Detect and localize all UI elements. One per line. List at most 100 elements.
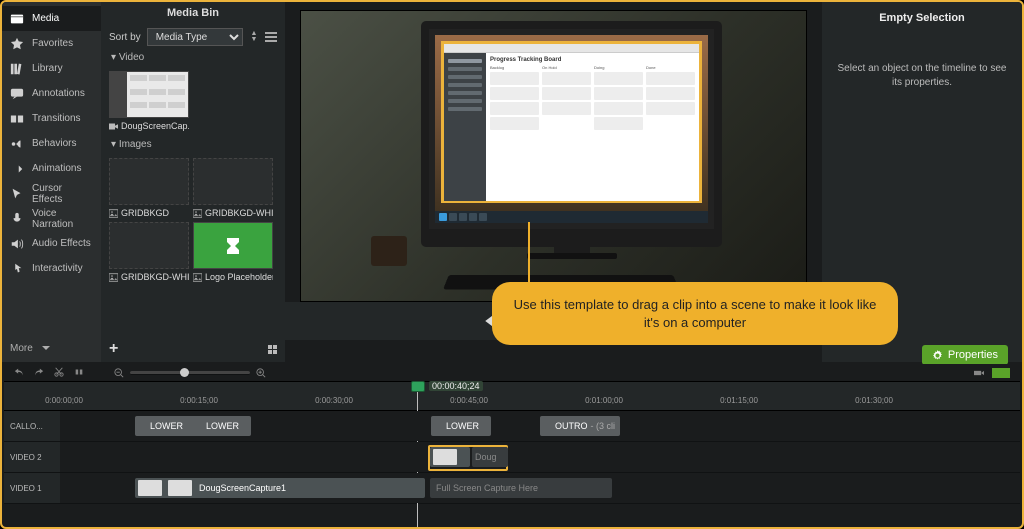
media-bin-panel: Media Bin Sort by Media Type ▲▼ ▾ Video … — [101, 2, 285, 362]
ruler-tick: 0:00:15;00 — [180, 396, 218, 405]
nav-label: Annotations — [32, 88, 85, 99]
ruler-labels: 0:00:00;000:00:15;000:00:30;000:00:45;00… — [4, 382, 1020, 410]
image-icon — [193, 273, 202, 282]
nav-transitions[interactable]: Transitions — [2, 106, 101, 131]
zoom-out-icon — [114, 368, 124, 378]
clip-fullscreen-placeholder[interactable]: Full Screen Capture Here — [430, 478, 612, 498]
nav-label: Audio Effects — [32, 238, 91, 249]
add-media-button[interactable]: + — [109, 340, 118, 358]
track-callouts[interactable]: CALLO... LOWER LOWER LOWER OUTRO- (3 cli — [4, 411, 1020, 442]
callout-text: Use this template to drag a clip into a … — [514, 297, 877, 330]
nav-voice-narration[interactable]: Voice Narration — [2, 206, 101, 231]
clip-gridbkgd-whi-2[interactable]: GRIDBKGD-WHI... — [109, 222, 189, 282]
marker-add-icon[interactable] — [974, 368, 984, 378]
redo-button[interactable] — [34, 366, 44, 380]
nav-more[interactable]: More — [2, 334, 101, 362]
ruler-tick: 0:00:30;00 — [315, 396, 353, 405]
track-header[interactable]: VIDEO 2 — [4, 442, 60, 472]
sort-view-icon[interactable] — [265, 32, 277, 42]
more-label: More — [10, 343, 33, 354]
board-title: Progress Tracking Board — [490, 57, 695, 63]
group-video: ▾ Video — [101, 50, 285, 65]
screen-capture-overlay: Progress Tracking Board Backlog On Hold … — [441, 41, 702, 203]
media-bin-sort: Sort by Media Type ▲▼ — [101, 24, 285, 50]
tutorial-callout: Use this template to drag a clip into a … — [492, 282, 898, 345]
properties-title: Empty Selection — [879, 12, 965, 24]
canvas-stage[interactable]: Progress Tracking Board Backlog On Hold … — [300, 10, 807, 302]
timeline-ruler[interactable]: 0:00:00;000:00:15;000:00:30;000:00:45;00… — [4, 381, 1020, 411]
nav-favorites[interactable]: Favorites — [2, 31, 101, 56]
annotation-icon — [10, 87, 24, 101]
clip-lower-2[interactable]: LOWER — [191, 416, 251, 436]
tool-sidebar: Media Favorites Library Annotations Tran… — [2, 2, 101, 362]
clip-outro[interactable]: OUTRO- (3 cli — [540, 416, 620, 436]
properties-button-label: Properties — [948, 349, 998, 361]
image-icon — [193, 209, 202, 218]
video-icon — [109, 122, 118, 131]
nav-label: Voice Narration — [32, 208, 93, 230]
bin-footer: + — [101, 336, 285, 362]
app-window: Media Favorites Library Annotations Tran… — [0, 0, 1024, 529]
zoom-in-icon — [256, 368, 266, 378]
marker-indicator[interactable] — [992, 368, 1010, 378]
ruler-tick: 0:01:30;00 — [855, 396, 893, 405]
nav-annotations[interactable]: Annotations — [2, 81, 101, 106]
timeline-tracks: CALLO... LOWER LOWER LOWER OUTRO- (3 cli… — [4, 411, 1020, 525]
split-button[interactable] — [74, 366, 84, 380]
interactivity-icon — [10, 262, 24, 276]
media-icon — [10, 12, 24, 26]
sort-label: Sort by — [109, 32, 141, 43]
star-icon — [10, 37, 24, 51]
clip-doug-ghost[interactable]: Doug — [472, 447, 508, 467]
clip-gridbkgd[interactable]: GRIDBKGD — [109, 158, 189, 218]
screen-taskbar — [435, 211, 708, 223]
clip-gridbkgd-whi-1[interactable]: GRIDBKGD-WHI... — [193, 158, 273, 218]
transitions-icon — [10, 112, 24, 126]
nav-behaviors[interactable]: Behaviors — [2, 131, 101, 156]
cursor-icon — [10, 187, 24, 201]
ruler-tick: 0:01:00;00 — [585, 396, 623, 405]
properties-msg: Select an object on the timeline to see … — [822, 62, 1022, 90]
track-header[interactable]: VIDEO 1 — [4, 473, 60, 503]
clip-dougscreencap[interactable]: DougScreenCap... — [109, 71, 189, 131]
nav-library[interactable]: Library — [2, 56, 101, 81]
ruler-tick: 0:00:45;00 — [450, 396, 488, 405]
gear-icon — [932, 350, 943, 361]
nav-label: Behaviors — [32, 138, 76, 149]
nav-interactivity[interactable]: Interactivity — [2, 256, 101, 281]
undo-button[interactable] — [14, 366, 24, 380]
nav-media[interactable]: Media — [2, 6, 101, 31]
audio-icon — [10, 237, 24, 251]
clip-logo-placeholder[interactable]: Logo Placeholder — [193, 222, 273, 282]
camtasia-logo-icon — [221, 234, 245, 258]
track-video2[interactable]: VIDEO 2 Doug — [4, 442, 1020, 473]
view-grid-icon[interactable] — [268, 345, 277, 354]
timeline-zoom[interactable] — [114, 368, 266, 378]
image-icon — [109, 273, 118, 282]
nav-label: Animations — [32, 163, 81, 174]
timeline: 0:00:00;000:00:15;000:00:30;000:00:45;00… — [4, 364, 1020, 525]
clip-video2-thumb[interactable] — [430, 447, 470, 467]
prop-monitor: Progress Tracking Board Backlog On Hold … — [421, 21, 722, 247]
properties-button[interactable]: Properties — [922, 345, 1008, 365]
timecode: 00:00:40;24 — [429, 381, 483, 391]
sort-direction[interactable]: ▲▼ — [249, 31, 259, 43]
nav-label: Library — [32, 63, 63, 74]
sort-select[interactable]: Media Type — [147, 28, 243, 46]
nav-audio-effects[interactable]: Audio Effects — [2, 231, 101, 256]
library-icon — [10, 62, 24, 76]
ruler-tick: 0:01:15;00 — [720, 396, 758, 405]
nav-animations[interactable]: Animations — [2, 156, 101, 181]
nav-label: Favorites — [32, 38, 73, 49]
nav-cursor-effects[interactable]: Cursor Effects — [2, 181, 101, 206]
cut-button[interactable] — [54, 366, 64, 380]
nav-label: Media — [32, 13, 59, 24]
zoom-slider[interactable] — [130, 371, 250, 375]
clip-lower-1[interactable]: LOWER — [135, 416, 195, 436]
animations-icon — [10, 162, 24, 176]
clip-dougscreencapture[interactable]: DougScreenCapture1 — [135, 478, 425, 498]
prop-mug — [371, 236, 407, 266]
track-video1[interactable]: VIDEO 1 DougScreenCapture1 Full Screen C… — [4, 473, 1020, 504]
clip-lower-3[interactable]: LOWER — [431, 416, 491, 436]
track-header[interactable]: CALLO... — [4, 411, 60, 441]
